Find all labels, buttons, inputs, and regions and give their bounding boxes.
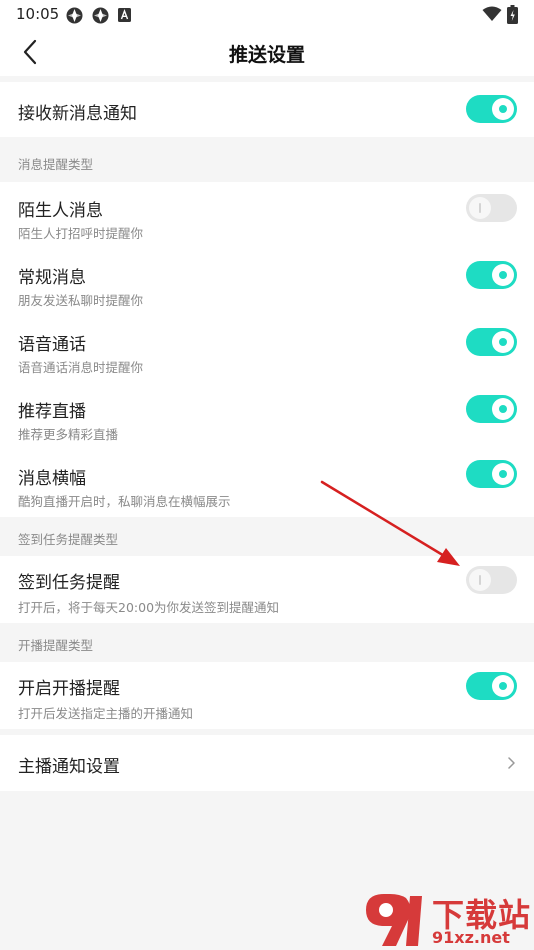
watermark-domain: 91xz.net bbox=[432, 928, 510, 947]
watermark-logo-icon bbox=[366, 894, 422, 946]
annotation-arrow-icon bbox=[320, 480, 460, 566]
watermark: 下载站 91xz.net bbox=[362, 888, 534, 950]
